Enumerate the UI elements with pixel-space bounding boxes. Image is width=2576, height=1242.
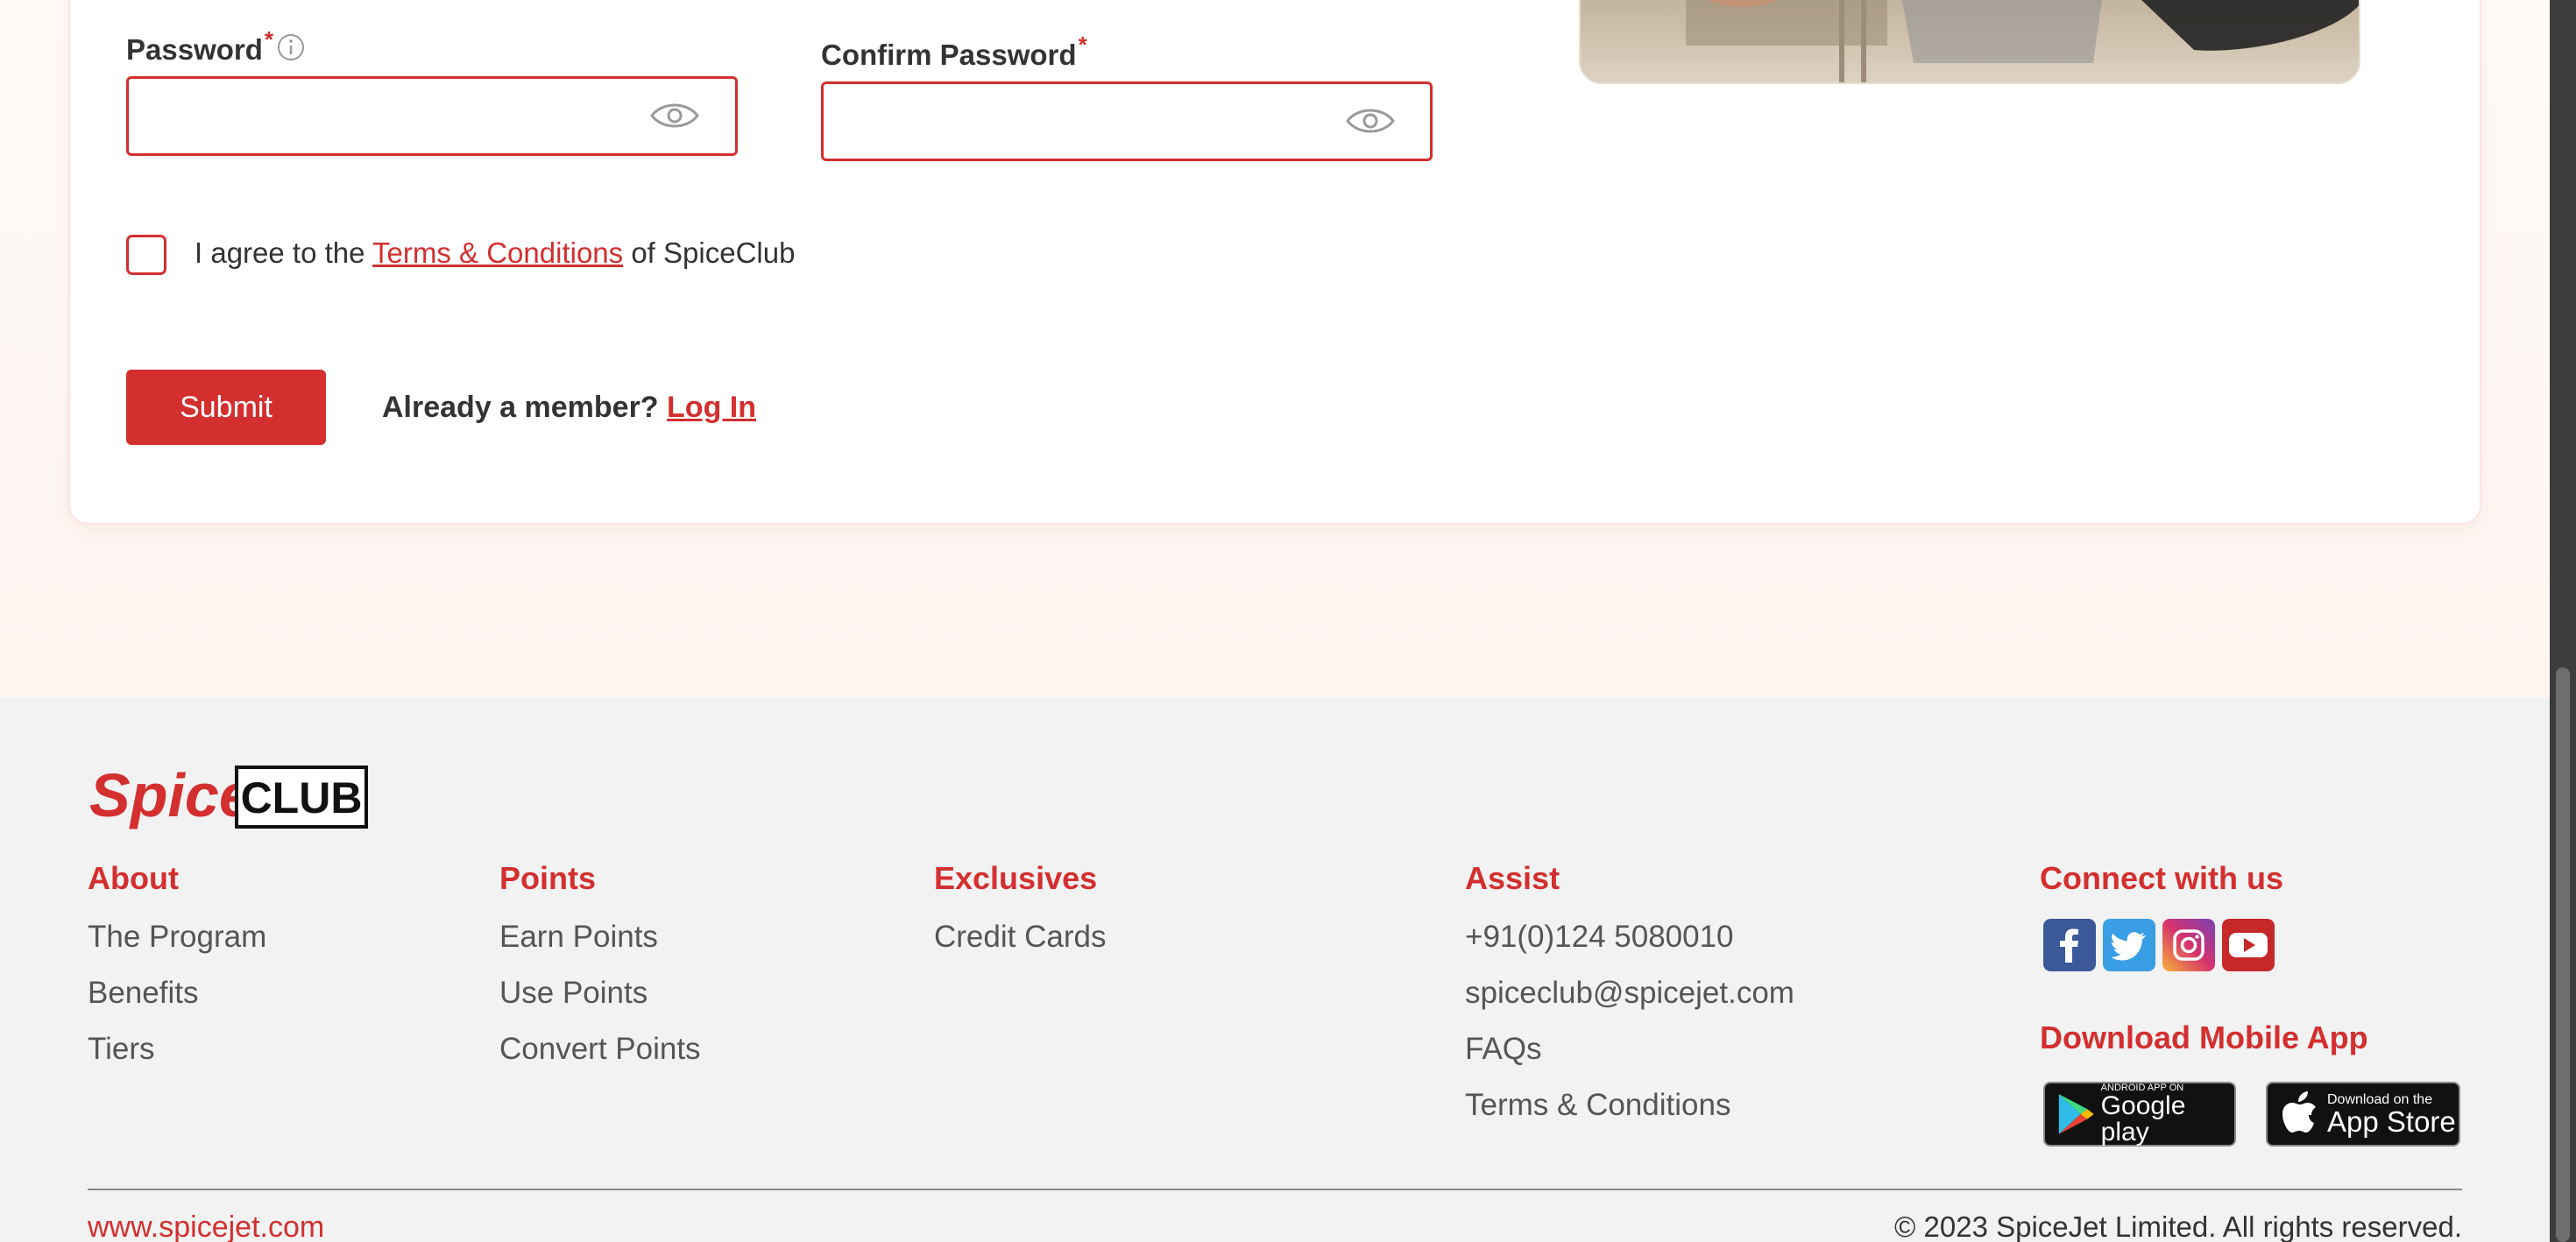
footer-link-earn-points[interactable]: Earn Points	[499, 920, 658, 955]
login-link[interactable]: Log In	[667, 391, 756, 424]
footer-link-convert-points[interactable]: Convert Points	[499, 1032, 701, 1067]
footer-divider	[88, 1189, 2462, 1190]
hero-traveler-photo	[1579, 0, 2360, 84]
password-input[interactable]	[126, 76, 738, 156]
footer-heading-about: About	[88, 860, 179, 896]
logo-spice-text: Spice	[89, 762, 253, 829]
app-store-badge[interactable]: Download on the App Store	[2266, 1082, 2460, 1147]
logo-club-text: CLUB	[241, 773, 363, 822]
eye-icon[interactable]	[649, 100, 700, 131]
terms-checkbox[interactable]	[126, 235, 166, 275]
copyright-text: © 2023 SpiceJet Limited. All rights rese…	[1894, 1210, 2462, 1242]
footer-heading-points: Points	[499, 860, 597, 896]
apple-icon	[2282, 1091, 2316, 1133]
footer-link-use-points[interactable]: Use Points	[499, 976, 648, 1011]
footer-link-email[interactable]: spiceclub@spicejet.com	[1465, 976, 1794, 1011]
google-play-icon	[2058, 1094, 2094, 1134]
info-icon[interactable]	[277, 33, 305, 61]
scrollbar-thumb[interactable]	[2556, 667, 2570, 1242]
footer-link-the-program[interactable]: The Program	[88, 920, 266, 955]
footer-heading-assist: Assist	[1465, 860, 1560, 896]
confirm-password-input[interactable]	[821, 81, 1433, 161]
twitter-icon[interactable]	[2103, 919, 2155, 971]
terms-link[interactable]: Terms & Conditions	[372, 236, 623, 269]
submit-button[interactable]: Submit	[126, 370, 326, 445]
footer-link-benefits[interactable]: Benefits	[88, 976, 198, 1011]
website-link[interactable]: www.spicejet.com	[88, 1210, 324, 1242]
footer-link-credit-cards[interactable]: Credit Cards	[934, 920, 1106, 955]
instagram-icon[interactable]	[2162, 919, 2215, 971]
traveler-illustration	[1686, 0, 2359, 82]
confirm-password-label: Confirm Password*	[821, 32, 1087, 71]
footer: Spice CLUB About The Program Benefits Ti…	[0, 698, 2550, 1242]
youtube-icon[interactable]	[2222, 919, 2275, 971]
spiceclub-logo[interactable]: Spice CLUB	[88, 762, 370, 832]
app-store-big-text: App Store	[2327, 1104, 2456, 1138]
eye-icon[interactable]	[1345, 105, 1396, 137]
required-mark: *	[264, 26, 274, 53]
facebook-icon[interactable]	[2043, 919, 2096, 971]
footer-link-terms[interactable]: Terms & Conditions	[1465, 1088, 1730, 1123]
google-play-big-text: Google play	[2100, 1090, 2186, 1147]
footer-link-tiers[interactable]: Tiers	[88, 1032, 154, 1067]
member-prompt: Already a member? Log In	[382, 391, 756, 424]
google-play-badge[interactable]: ANDROID APP ON Google play	[2043, 1082, 2236, 1147]
footer-heading-download-app: Download Mobile App	[2040, 1020, 2368, 1055]
terms-agreement-text: I agree to the Terms & Conditions of Spi…	[195, 236, 796, 269]
password-label: Password*	[126, 26, 274, 66]
footer-link-phone[interactable]: +91(0)124 5080010	[1465, 920, 1734, 955]
footer-heading-exclusives: Exclusives	[934, 860, 1098, 896]
footer-link-faqs[interactable]: FAQs	[1465, 1032, 1542, 1067]
required-mark: *	[1078, 32, 1087, 58]
footer-heading-connect: Connect with us	[2040, 860, 2283, 896]
